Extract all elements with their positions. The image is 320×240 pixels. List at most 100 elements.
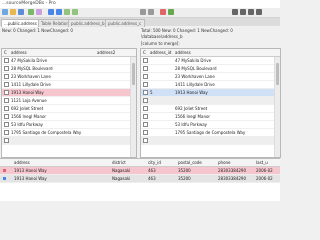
table-row[interactable] <box>141 97 280 105</box>
merge-label: [column to merge]: <box>141 41 180 46</box>
copy-right-icon[interactable] <box>72 9 78 15</box>
detail-header: address district city_id postal_code pho… <box>0 159 280 167</box>
table-row[interactable]: 1121 Loja Avenue <box>2 97 136 105</box>
table-row[interactable]: 5 1913 Hanoi Way <box>141 89 280 97</box>
row-checkbox[interactable] <box>4 58 9 63</box>
detail-grid: address district city_id postal_code pho… <box>0 158 280 201</box>
row-checkbox[interactable] <box>143 82 148 87</box>
row-checkbox[interactable] <box>143 138 148 143</box>
table-row[interactable] <box>2 137 136 145</box>
tab-address-b[interactable]: public.address_b <box>68 19 108 27</box>
detail-col-address[interactable]: address <box>14 160 30 165</box>
detail-row[interactable]: 1913 Hanoi Way Nagasaki 463 35200 2830338429… <box>0 167 280 175</box>
left-col-address2[interactable]: address2 <box>97 50 115 55</box>
detail-cell-last-u: 2006-02 <box>256 176 273 181</box>
row-checkbox[interactable] <box>143 90 148 95</box>
right-col-c[interactable]: C <box>143 50 146 55</box>
help-icon[interactable] <box>148 9 154 15</box>
row-address: 1913 Hanoi Way <box>175 90 208 95</box>
row-checkbox[interactable] <box>4 82 9 87</box>
view-icon[interactable] <box>240 9 246 15</box>
help2-icon[interactable] <box>256 9 262 15</box>
right-col-address-id[interactable]: address_id <box>150 50 171 55</box>
right-icon[interactable] <box>56 9 62 15</box>
table-row[interactable]: 1795 Santiago de Compostela Way <box>2 129 136 137</box>
row-checkbox[interactable] <box>143 66 148 71</box>
detail-row[interactable]: 1913 Hanoi Way Nagasaki 463 35200 2830338429… <box>0 175 280 183</box>
tab-address[interactable]: ...public.address <box>1 19 41 27</box>
table-row[interactable]: 53 Idfu Parkway <box>2 121 136 129</box>
row-address: 1121 Loja Avenue <box>11 98 47 103</box>
row-checkbox[interactable] <box>4 138 9 143</box>
detail-col-last-u[interactable]: last_u <box>256 160 268 165</box>
row-address: 53 Idfu Parkway <box>11 122 44 127</box>
row-address: 1795 Santiago de Compostela Way <box>175 130 246 135</box>
table-row[interactable]: 28 MySQL Boulevard <box>2 65 136 73</box>
row-checkbox[interactable] <box>4 130 9 135</box>
refresh-icon[interactable] <box>28 9 34 15</box>
row-checkbox[interactable] <box>4 106 9 111</box>
table-row[interactable]: 1411 Lillydale Drive <box>2 81 136 89</box>
table-row[interactable]: 23 Workhaven Lane <box>2 73 136 81</box>
row-checkbox[interactable] <box>143 122 148 127</box>
detail-col-district[interactable]: district <box>112 160 126 165</box>
row-checkbox[interactable] <box>4 114 9 119</box>
layout-icon[interactable] <box>248 9 254 15</box>
table-row[interactable]: 47 MySakila Drive <box>2 57 136 65</box>
tab-strip: ...public.address Table Relations public… <box>0 18 280 27</box>
left-table-header: C address address2 <box>2 49 136 57</box>
tab-table-relations[interactable]: Table Relations <box>38 19 71 27</box>
right-scrollbar[interactable] <box>274 57 280 157</box>
options-icon[interactable] <box>140 9 146 15</box>
detail-col-postal-code[interactable]: postal_code <box>178 160 202 165</box>
stop-icon[interactable] <box>160 9 166 15</box>
table-row[interactable]: 28 MySQL Boulevard <box>141 65 280 73</box>
run-icon[interactable] <box>168 9 174 15</box>
detail-cell-postal-code: 35200 <box>178 176 191 181</box>
table-row[interactable]: 1411 Lillydale Drive <box>141 81 280 89</box>
window-title: ...sourceMergeDBs - Pro <box>2 1 56 6</box>
save-icon[interactable] <box>18 9 24 15</box>
row-checkbox[interactable] <box>143 74 148 79</box>
table-row[interactable]: 53 Idfu Parkway <box>141 121 280 129</box>
row-checkbox[interactable] <box>143 106 148 111</box>
table-row[interactable]: 1795 Santiago de Compostela Way <box>141 129 280 137</box>
table-row[interactable]: 692 Joliet Street <box>141 105 280 113</box>
table-row[interactable]: 23 Workhaven Lane <box>141 73 280 81</box>
tab-address-c[interactable]: public.address_c <box>105 19 145 27</box>
detail-col-city-id[interactable]: city_id <box>148 160 161 165</box>
detail-col-phone[interactable]: phone <box>218 160 231 165</box>
left-col-c[interactable]: C <box>4 50 7 55</box>
row-checkbox[interactable] <box>143 98 148 103</box>
detail-cell-phone: 28303384290 <box>218 168 246 173</box>
row-checkbox[interactable] <box>4 90 9 95</box>
filter-icon[interactable] <box>36 9 42 15</box>
row-checkbox[interactable] <box>4 74 9 79</box>
left-icon[interactable] <box>48 9 54 15</box>
row-checkbox[interactable] <box>4 66 9 71</box>
right-col-address[interactable]: address <box>175 50 191 55</box>
row-checkbox[interactable] <box>143 58 148 63</box>
right-scroll-thumb[interactable] <box>276 63 279 85</box>
left-scroll-thumb[interactable] <box>132 63 135 85</box>
row-address-id: 5 <box>150 90 153 95</box>
settings-icon[interactable] <box>232 9 238 15</box>
new-icon[interactable] <box>2 9 8 15</box>
table-row[interactable]: 692 Joliet Street <box>2 105 136 113</box>
table-row[interactable]: 1566 Inegl Manor <box>141 113 280 121</box>
table-row[interactable]: 47 MySakila Drive <box>141 57 280 65</box>
left-stats: New: 0 Changed: 1 NewChanged: 0 <box>2 28 73 33</box>
table-row[interactable]: 1566 Inegl Manor <box>2 113 136 121</box>
row-address: 28 MySQL Boulevard <box>175 66 217 71</box>
row-checkbox[interactable] <box>143 114 148 119</box>
table-row[interactable] <box>141 137 280 145</box>
left-scrollbar[interactable] <box>130 57 136 157</box>
left-col-address[interactable]: address <box>11 50 27 55</box>
row-address: 1566 Inegl Manor <box>11 114 47 119</box>
copy-left-icon[interactable] <box>64 9 70 15</box>
row-checkbox[interactable] <box>4 98 9 103</box>
table-row[interactable]: 1913 Hanoi Way <box>2 89 136 97</box>
row-checkbox[interactable] <box>4 122 9 127</box>
row-checkbox[interactable] <box>143 130 148 135</box>
open-icon[interactable] <box>10 9 16 15</box>
